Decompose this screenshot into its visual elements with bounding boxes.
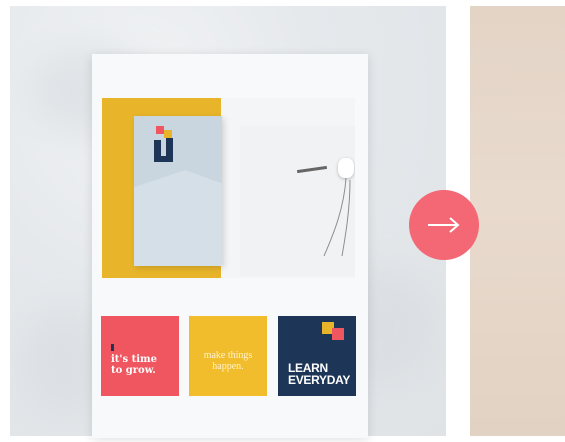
stationery-photo	[102, 98, 355, 278]
brand-logo	[154, 126, 173, 162]
tile-make-things-happen: make things happen.	[189, 316, 267, 396]
binder-clip	[338, 158, 354, 178]
tile-mini-logo	[111, 344, 114, 351]
envelope-flap	[134, 170, 222, 266]
next-slide-button[interactable]	[409, 190, 479, 260]
tile-text: LEARN EVERYDAY	[288, 361, 351, 387]
clip-wire	[323, 178, 351, 257]
next-slide-preview[interactable]	[470, 6, 565, 436]
arrow-right-icon	[428, 217, 460, 233]
tile-text: it's time to grow.	[111, 354, 157, 376]
tile-text: make things happen.	[203, 350, 253, 372]
tile-logo	[322, 322, 344, 340]
tile-learn-everyday: LEARN EVERYDAY	[278, 316, 356, 396]
brand-mockup-image: it's time to grow. make things happen. L…	[92, 54, 368, 438]
tile-its-time-to-grow: it's time to grow.	[101, 316, 179, 396]
